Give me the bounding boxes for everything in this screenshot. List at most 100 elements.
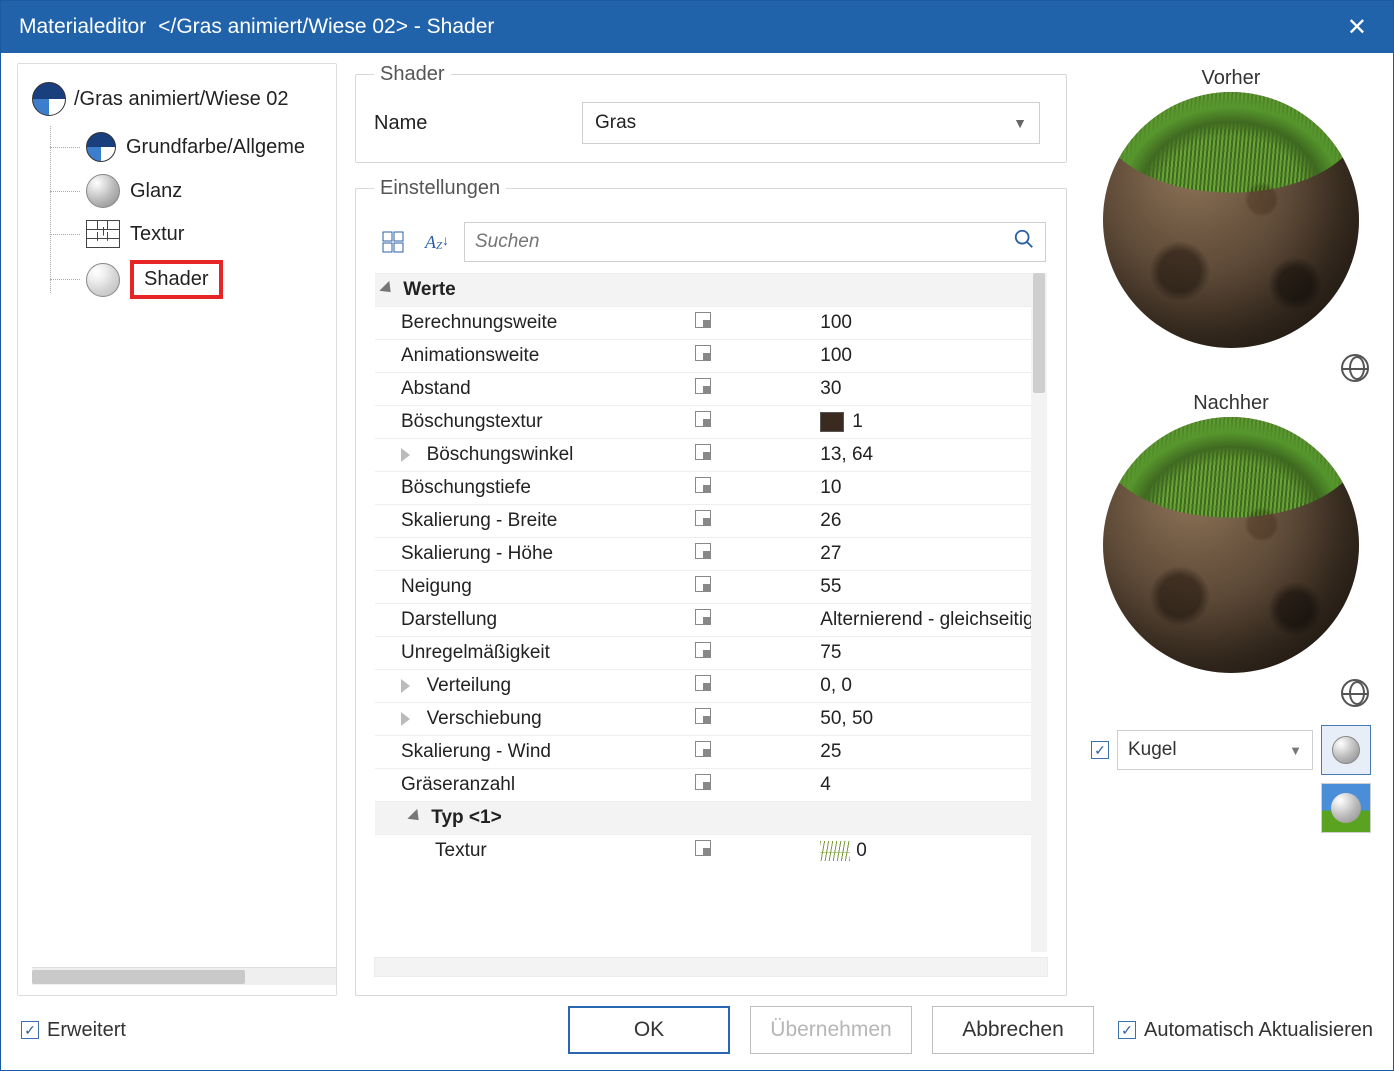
expand-icon[interactable]	[401, 712, 410, 726]
tree-item-shader[interactable]: Shader	[86, 254, 336, 305]
tree-item-textur[interactable]: Textur	[86, 214, 336, 254]
prop-value[interactable]: 100	[812, 307, 1031, 340]
preview-column: Vorher Nachher ✓ Kugel ▼	[1085, 63, 1377, 996]
scroll-thumb[interactable]	[32, 970, 245, 984]
sphere-icon	[86, 263, 120, 297]
prop-name: Textur	[375, 835, 594, 868]
prop-row[interactable]: Skalierung - Wind25	[375, 736, 1031, 769]
auto-update-checkbox[interactable]: ✓	[1118, 1021, 1136, 1039]
prop-subgroup-header[interactable]: Typ <1>	[375, 802, 1031, 835]
prop-value[interactable]: Alternierend - gleichseitig	[812, 604, 1031, 637]
prop-row[interactable]: Neigung 55	[375, 571, 1031, 604]
preview-before-label: Vorher	[1202, 67, 1261, 90]
prop-value[interactable]: 100	[812, 340, 1031, 373]
prop-name: Skalierung - Breite	[375, 505, 594, 538]
preview-background-button[interactable]	[1321, 783, 1371, 833]
sub-header-label: Typ <1>	[431, 807, 501, 828]
expand-icon[interactable]	[401, 448, 410, 462]
prop-value[interactable]: 75	[812, 637, 1031, 670]
tree-item-label: Glanz	[130, 180, 182, 203]
material-tree: /Gras animiert/Wiese 02 Grundfarbe/Allge…	[17, 63, 337, 996]
preview-shape-button[interactable]	[1321, 725, 1371, 775]
prop-name: Darstellung	[375, 604, 594, 637]
prop-row[interactable]: Verschiebung50, 50	[375, 703, 1031, 736]
preview-shape-combo[interactable]: Kugel ▼	[1117, 730, 1313, 770]
globe-icon[interactable]	[1341, 354, 1369, 382]
prop-marker	[594, 307, 813, 340]
preview-enable-checkbox[interactable]: ✓	[1091, 741, 1109, 759]
prop-row[interactable]: Berechnungsweite100	[375, 307, 1031, 340]
prop-marker	[594, 406, 813, 439]
sort-az-button[interactable]: AZ↓	[420, 225, 454, 259]
prop-value[interactable]: 26	[812, 505, 1031, 538]
ok-button[interactable]: OK	[568, 1006, 730, 1054]
prop-group-header[interactable]: Werte	[375, 274, 1031, 307]
prop-marker	[594, 835, 813, 868]
categorize-button[interactable]	[376, 225, 410, 259]
prop-name: Gräseranzahl	[375, 769, 594, 802]
prop-value[interactable]: 30	[812, 373, 1031, 406]
prop-row[interactable]: Darstellung Alternierend - gleichseitig	[375, 604, 1031, 637]
expand-icon[interactable]	[401, 679, 410, 693]
app-title: Materialeditor	[19, 15, 146, 39]
prop-row[interactable]: Böschungswinkel13, 64	[375, 439, 1031, 472]
prop-value[interactable]: 25	[812, 736, 1031, 769]
vertical-scrollbar[interactable]	[1031, 273, 1047, 952]
prop-marker	[594, 505, 813, 538]
shader-group: Shader Name Gras ▼	[355, 63, 1067, 163]
prop-value[interactable]: 50, 50	[812, 703, 1031, 736]
prop-value[interactable]: 27	[812, 538, 1031, 571]
sphere-icon	[86, 174, 120, 208]
prop-value[interactable]: 1	[812, 406, 1031, 439]
apply-button[interactable]: Übernehmen	[750, 1006, 912, 1054]
prop-marker	[594, 637, 813, 670]
prop-name: Böschungstextur	[375, 406, 594, 439]
prop-marker	[594, 439, 813, 472]
prop-value[interactable]: 10	[812, 472, 1031, 505]
cancel-button[interactable]: Abbrechen	[932, 1006, 1094, 1054]
prop-row[interactable]: Skalierung - Höhe 27	[375, 538, 1031, 571]
material-editor-window: Materialeditor </Gras animiert/Wiese 02>…	[0, 0, 1394, 1071]
prop-value[interactable]: 4	[812, 769, 1031, 802]
prop-row[interactable]: Unregelmäßigkeit75	[375, 637, 1031, 670]
prop-row[interactable]: Abstand 30	[375, 373, 1031, 406]
shader-name-combo[interactable]: Gras ▼	[582, 102, 1040, 144]
prop-name: Skalierung - Höhe	[375, 538, 594, 571]
search-field[interactable]	[464, 222, 1046, 262]
prop-row[interactable]: Textur 0	[375, 835, 1031, 868]
material-icon	[32, 82, 66, 116]
prop-row[interactable]: Gräseranzahl 4	[375, 769, 1031, 802]
prop-row[interactable]: Verteilung0, 0	[375, 670, 1031, 703]
scroll-thumb[interactable]	[1033, 273, 1045, 393]
pie-icon	[86, 132, 116, 162]
prop-value[interactable]: 0, 0	[812, 670, 1031, 703]
sphere-icon	[1332, 736, 1360, 764]
tree-item-grundfarbe[interactable]: Grundfarbe/Allgeme	[86, 126, 336, 168]
shader-legend: Shader	[374, 63, 451, 86]
globe-icon[interactable]	[1341, 679, 1369, 707]
prop-value[interactable]: 0	[812, 835, 1031, 868]
dialog-footer: ✓ Erweitert OK Übernehmen Abbrechen ✓ Au…	[1, 1004, 1393, 1070]
tree-item-label: Grundfarbe/Allgeme	[126, 136, 305, 159]
tree-item-glanz[interactable]: Glanz	[86, 168, 336, 214]
prop-value[interactable]: 55	[812, 571, 1031, 604]
prop-row[interactable]: Skalierung - Breite 26	[375, 505, 1031, 538]
close-icon[interactable]: ✕	[1339, 9, 1375, 46]
prop-row[interactable]: Animationsweite100	[375, 340, 1031, 373]
advanced-checkbox[interactable]: ✓	[21, 1021, 39, 1039]
prop-name: Abstand	[375, 373, 594, 406]
prop-row[interactable]: Böschungstiefe10	[375, 472, 1031, 505]
prop-marker	[594, 670, 813, 703]
sphere-icon	[1331, 793, 1361, 823]
prop-marker	[594, 571, 813, 604]
horizontal-scrollbar[interactable]	[374, 957, 1048, 977]
prop-row[interactable]: Böschungstextur 1	[375, 406, 1031, 439]
preview-before	[1103, 92, 1359, 348]
tree-root[interactable]: /Gras animiert/Wiese 02	[32, 78, 336, 120]
search-input[interactable]	[475, 231, 1013, 253]
horizontal-scrollbar[interactable]	[32, 967, 336, 985]
prop-value[interactable]: 13, 64	[812, 439, 1031, 472]
prop-marker	[594, 769, 813, 802]
prop-name: Neigung	[375, 571, 594, 604]
group-header-label: Werte	[403, 279, 455, 300]
